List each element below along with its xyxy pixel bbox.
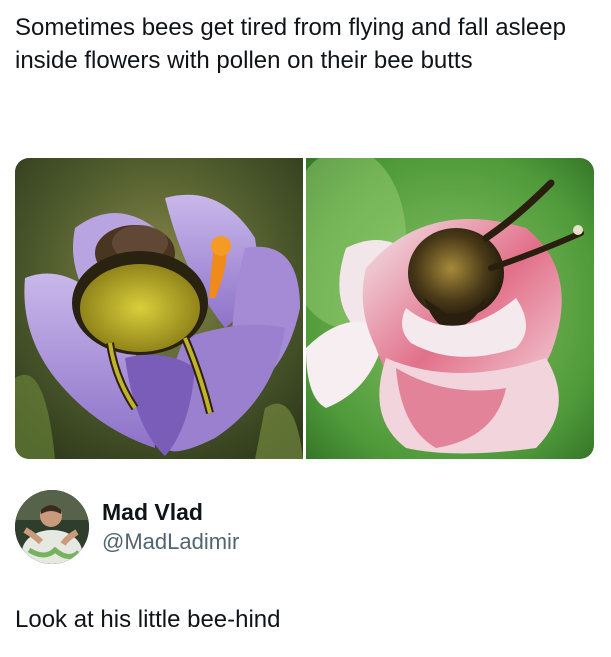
bee-in-purple-crocus-photo[interactable] [15,158,303,459]
reply-text: Look at his little bee-hind [15,606,281,633]
author-block[interactable]: Mad Vlad @MadLadimir [15,490,239,564]
avatar-photo-icon [15,490,89,564]
post-text: Sometimes bees get tired from flying and… [15,14,566,74]
media-grid[interactable] [15,158,594,459]
user-handle[interactable]: @MadLadimir [102,527,239,557]
author-names: Mad Vlad @MadLadimir [102,497,239,557]
bee-in-pink-flower-photo[interactable] [306,158,594,459]
display-name[interactable]: Mad Vlad [102,497,239,527]
avatar[interactable] [15,490,89,564]
